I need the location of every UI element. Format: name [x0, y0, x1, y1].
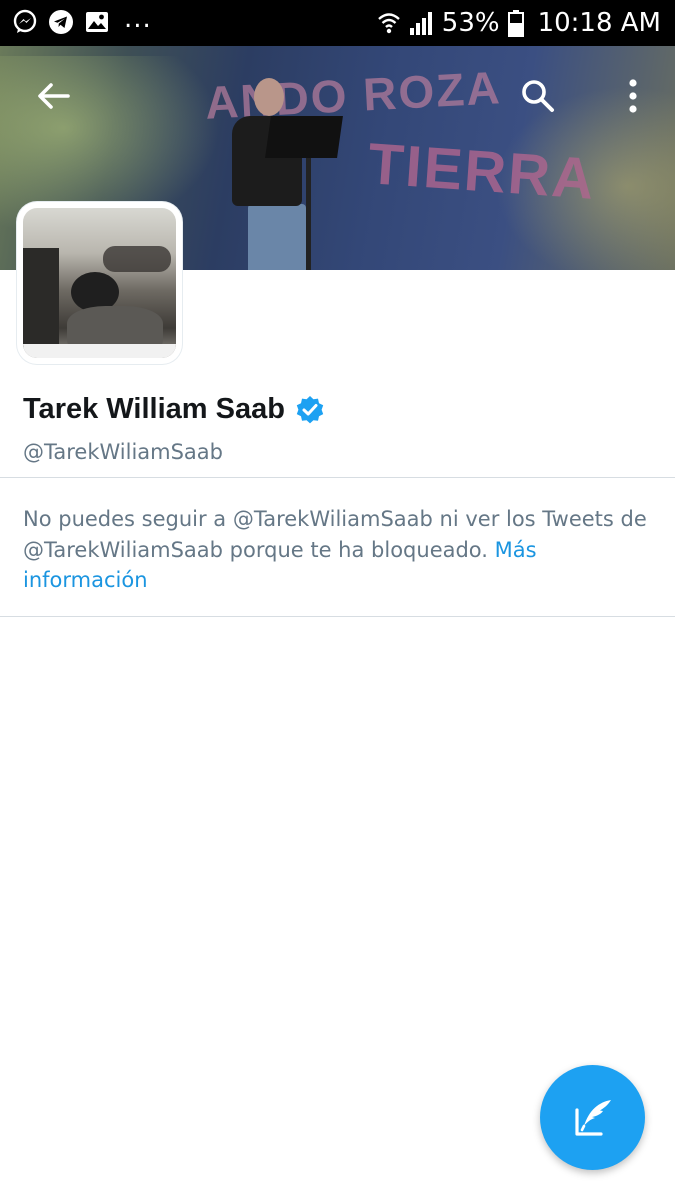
compose-tweet-icon	[574, 1099, 611, 1136]
avatar-photo	[23, 208, 176, 358]
profile-name: Tarek William Saab	[23, 393, 285, 425]
profile-name-row: Tarek William Saab	[23, 393, 325, 426]
battery-percent: 53%	[441, 8, 500, 38]
verified-badge-icon	[296, 395, 324, 423]
messenger-icon	[13, 9, 37, 33]
search-button[interactable]	[514, 72, 562, 120]
notification-overflow: ...	[124, 4, 152, 34]
status-notifications: ...	[12, 4, 152, 35]
blocked-message-text: No puedes seguir a @TarekWiliamSaab ni v…	[23, 507, 647, 562]
wifi-icon	[377, 13, 400, 34]
music-stand	[306, 156, 311, 270]
divider	[0, 477, 675, 478]
music-stand	[265, 116, 343, 158]
avatar-photo-detail	[103, 246, 171, 272]
blocked-message: No puedes seguir a @TarekWiliamSaab ni v…	[23, 504, 653, 596]
battery-icon	[507, 10, 524, 37]
avatar-photo-detail	[23, 248, 59, 348]
back-button[interactable]	[29, 72, 77, 120]
profile-handle: @TarekWiliamSaab	[23, 440, 224, 464]
compose-tweet-button[interactable]	[540, 1065, 645, 1170]
divider	[0, 616, 675, 617]
status-system: 53% 10:18 AM	[377, 6, 661, 40]
gallery-icon	[86, 12, 108, 32]
more-options-button[interactable]	[609, 72, 657, 120]
profile-avatar[interactable]	[17, 202, 182, 364]
more-vertical-icon	[629, 79, 637, 113]
signal-icon	[409, 12, 432, 35]
arrow-left-icon	[38, 83, 70, 109]
search-icon	[522, 80, 554, 112]
clock: 10:18 AM	[537, 8, 661, 38]
telegram-icon	[49, 10, 73, 34]
avatar-photo-caption-strip	[23, 344, 176, 358]
banner-figure	[254, 78, 284, 116]
banner-figure	[248, 204, 306, 270]
status-bar: ... 53% 10:18 AM	[0, 0, 675, 46]
